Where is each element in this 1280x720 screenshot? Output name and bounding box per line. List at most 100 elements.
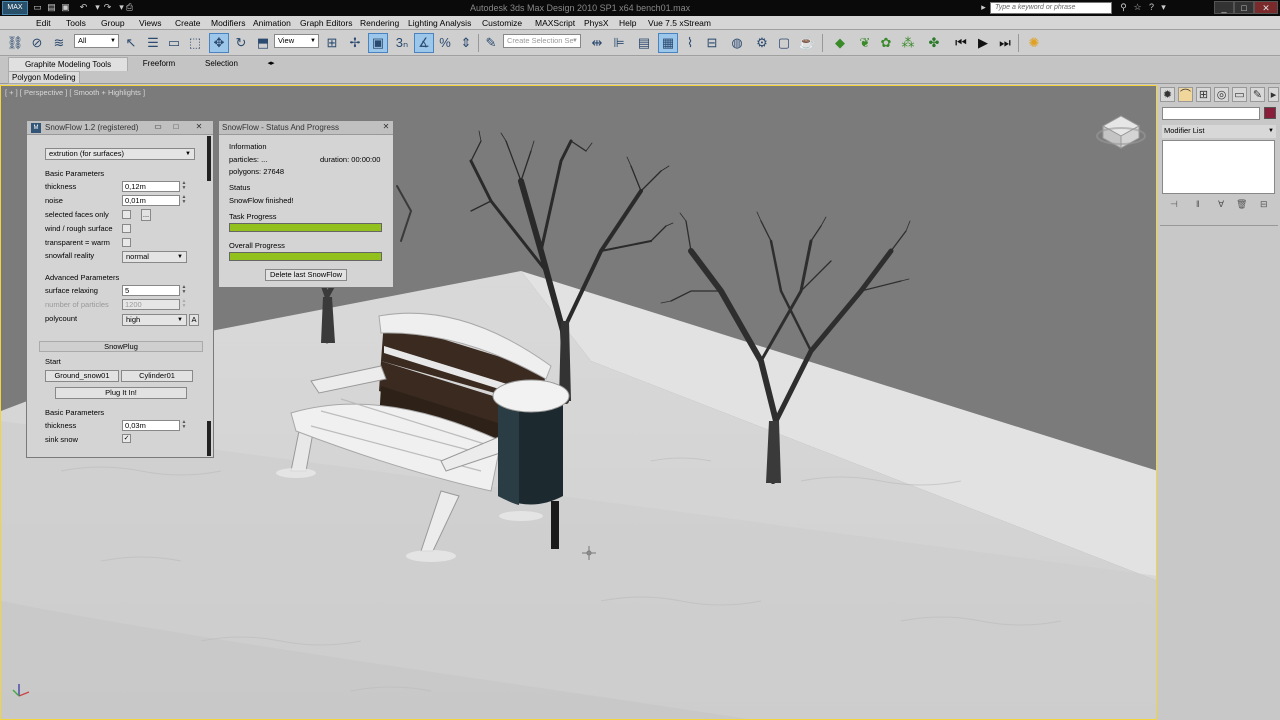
ground-snow-object-button[interactable]: Ground_snow01: [45, 370, 119, 382]
bind-space-warp-icon[interactable]: ≋: [49, 33, 69, 53]
window-crossing-icon[interactable]: ⬚: [185, 33, 205, 53]
scrollbar-thumb[interactable]: [207, 136, 211, 181]
object-name-field[interactable]: [1162, 107, 1260, 120]
tab-selection[interactable]: Selection: [194, 57, 249, 71]
schematic-view-icon[interactable]: ⊟: [702, 33, 722, 53]
undo-icon[interactable]: ↶: [78, 2, 89, 13]
tab-freeform[interactable]: Freeform: [134, 57, 184, 71]
transparent-checkbox[interactable]: [122, 238, 131, 247]
menu-graph-editors[interactable]: Graph Editors: [300, 17, 352, 29]
pick-faces-button[interactable]: ...: [141, 209, 151, 221]
select-and-link-icon[interactable]: ⛓: [5, 33, 25, 53]
menu-customize[interactable]: Customize: [482, 17, 522, 29]
tab-graphite-modeling-tools[interactable]: Graphite Modeling Tools: [8, 57, 128, 71]
select-by-name-icon[interactable]: ☰: [143, 33, 163, 53]
menu-group[interactable]: Group: [101, 17, 125, 29]
snaps-toggle-icon[interactable]: 3ₙ: [392, 33, 412, 53]
select-and-scale-icon[interactable]: ⬒: [253, 33, 273, 53]
layer-manager-icon[interactable]: ▤: [634, 33, 654, 53]
menu-vue-xstream[interactable]: Vue 7.5 xStream: [648, 17, 711, 29]
select-and-move-icon[interactable]: ✥: [209, 33, 229, 53]
remove-modifier-icon[interactable]: 🗑: [1236, 199, 1247, 210]
minimize-button[interactable]: _: [1214, 1, 1234, 14]
hold-icon[interactable]: ⎙: [124, 2, 135, 13]
snow-mode-dropdown[interactable]: extrution (for surfaces) ▼: [45, 148, 195, 160]
wind-checkbox[interactable]: [122, 224, 131, 233]
menu-rendering[interactable]: Rendering: [360, 17, 399, 29]
create-tab-icon[interactable]: ✹: [1160, 87, 1175, 102]
utilities-tab-icon[interactable]: ✎: [1250, 87, 1265, 102]
menu-help[interactable]: Help: [619, 17, 636, 29]
plugin-grass-icon[interactable]: ⁂: [898, 33, 918, 53]
cylinder-object-button[interactable]: Cylinder01: [121, 370, 193, 382]
help-icon[interactable]: ?: [1146, 2, 1157, 13]
show-end-result-icon[interactable]: ‖: [1196, 199, 1200, 209]
search-input[interactable]: Type a keyword or phrase: [990, 2, 1112, 14]
plugin-forest-icon[interactable]: ❦: [855, 33, 875, 53]
rendered-frame-window-icon[interactable]: ▢: [774, 33, 794, 53]
star-icon[interactable]: ☆: [1132, 2, 1143, 13]
play-icon[interactable]: ▶: [973, 33, 993, 53]
go-to-start-icon[interactable]: ⏮: [951, 33, 971, 53]
maximize-button[interactable]: □: [1234, 1, 1254, 14]
edit-named-selection-icon[interactable]: ✎: [481, 33, 501, 53]
binoculars-icon[interactable]: ⚲: [1118, 2, 1129, 13]
plugin-nvidia-icon[interactable]: ◆: [830, 33, 850, 53]
panel-scroll-icon[interactable]: ▸: [1268, 87, 1279, 102]
menu-views[interactable]: Views: [139, 17, 162, 29]
material-editor-icon[interactable]: ◍: [727, 33, 747, 53]
help-dropdown-icon[interactable]: ▾: [1158, 2, 1169, 13]
display-tab-icon[interactable]: ▭: [1232, 87, 1247, 102]
unlink-icon[interactable]: ⊘: [27, 33, 47, 53]
rectangular-selection-icon[interactable]: ▭: [164, 33, 184, 53]
plug-it-in-button[interactable]: Plug It In!: [55, 387, 187, 399]
select-object-icon[interactable]: ↖: [121, 33, 141, 53]
angle-snap-icon[interactable]: ∡: [414, 33, 434, 53]
menu-tools[interactable]: Tools: [66, 17, 86, 29]
snowplug-rollout[interactable]: SnowPlug: [39, 341, 203, 352]
keyboard-shortcut-override-icon[interactable]: ▣: [368, 33, 388, 53]
align-icon[interactable]: ⊫: [609, 33, 629, 53]
pivot-center-icon[interactable]: ⊞: [322, 33, 342, 53]
select-and-manipulate-icon[interactable]: ✢: [345, 33, 365, 53]
spinner-snap-icon[interactable]: ⇕: [456, 33, 476, 53]
snowfall-reality-dropdown[interactable]: normal ▼: [122, 251, 187, 263]
motion-tab-icon[interactable]: ◎: [1214, 87, 1229, 102]
scrollbar-track[interactable]: [207, 421, 211, 456]
menu-animation[interactable]: Animation: [253, 17, 291, 29]
render-setup-icon[interactable]: ⚙: [752, 33, 772, 53]
named-selection-set-dropdown[interactable]: Create Selection Se ▼: [503, 34, 581, 48]
selection-filter-dropdown[interactable]: All ▼: [74, 34, 119, 48]
delete-last-snowflow-button[interactable]: Delete last SnowFlow: [265, 269, 347, 281]
select-and-rotate-icon[interactable]: ↻: [231, 33, 251, 53]
modify-tab-icon[interactable]: ⌒: [1178, 87, 1193, 102]
status-title-bar[interactable]: SnowFlow - Status And Progress ✕: [219, 121, 393, 135]
app-menu-button[interactable]: MAX: [2, 1, 28, 15]
configure-sets-icon[interactable]: ⊟: [1260, 199, 1268, 210]
surface-relaxing-spinner[interactable]: 5: [122, 285, 180, 296]
close-button[interactable]: ✕: [1254, 1, 1278, 14]
hierarchy-tab-icon[interactable]: ⊞: [1196, 87, 1211, 102]
snowflow-title-bar[interactable]: M SnowFlow 1.2 (registered) ▭ □ ✕: [27, 121, 213, 135]
open-file-icon[interactable]: ▤: [46, 2, 57, 13]
redo-icon[interactable]: ↷: [102, 2, 113, 13]
save-file-icon[interactable]: ▣: [60, 2, 71, 13]
render-production-icon[interactable]: ☕: [797, 33, 817, 53]
snowplug-thickness-spinner[interactable]: 0,03m: [122, 420, 180, 431]
auto-button[interactable]: A: [189, 314, 199, 326]
sink-snow-checkbox[interactable]: ✓: [122, 434, 131, 443]
noise-spinner[interactable]: 0,01m: [122, 195, 180, 206]
menu-create[interactable]: Create: [175, 17, 201, 29]
polycount-dropdown[interactable]: high ▼: [122, 314, 187, 326]
spinner-arrows-icon[interactable]: ▲ ▼: [181, 285, 187, 296]
menu-maxscript[interactable]: MAXScript: [535, 17, 575, 29]
maximize-button[interactable]: □: [169, 122, 183, 133]
reference-coordinate-dropdown[interactable]: View ▼: [274, 34, 319, 48]
new-file-icon[interactable]: ▭: [32, 2, 43, 13]
pin-stack-icon[interactable]: ⊣: [1170, 199, 1178, 210]
menu-lighting-analysis[interactable]: Lighting Analysis: [408, 17, 471, 29]
viewport-label[interactable]: [ + ] [ Perspective ] [ Smooth + Highlig…: [5, 88, 145, 97]
plugin-scatter-icon[interactable]: ✿: [876, 33, 896, 53]
spinner-arrows-icon[interactable]: ▲ ▼: [181, 420, 187, 431]
ribbon-options-icon[interactable]: ◂▸: [264, 57, 278, 71]
